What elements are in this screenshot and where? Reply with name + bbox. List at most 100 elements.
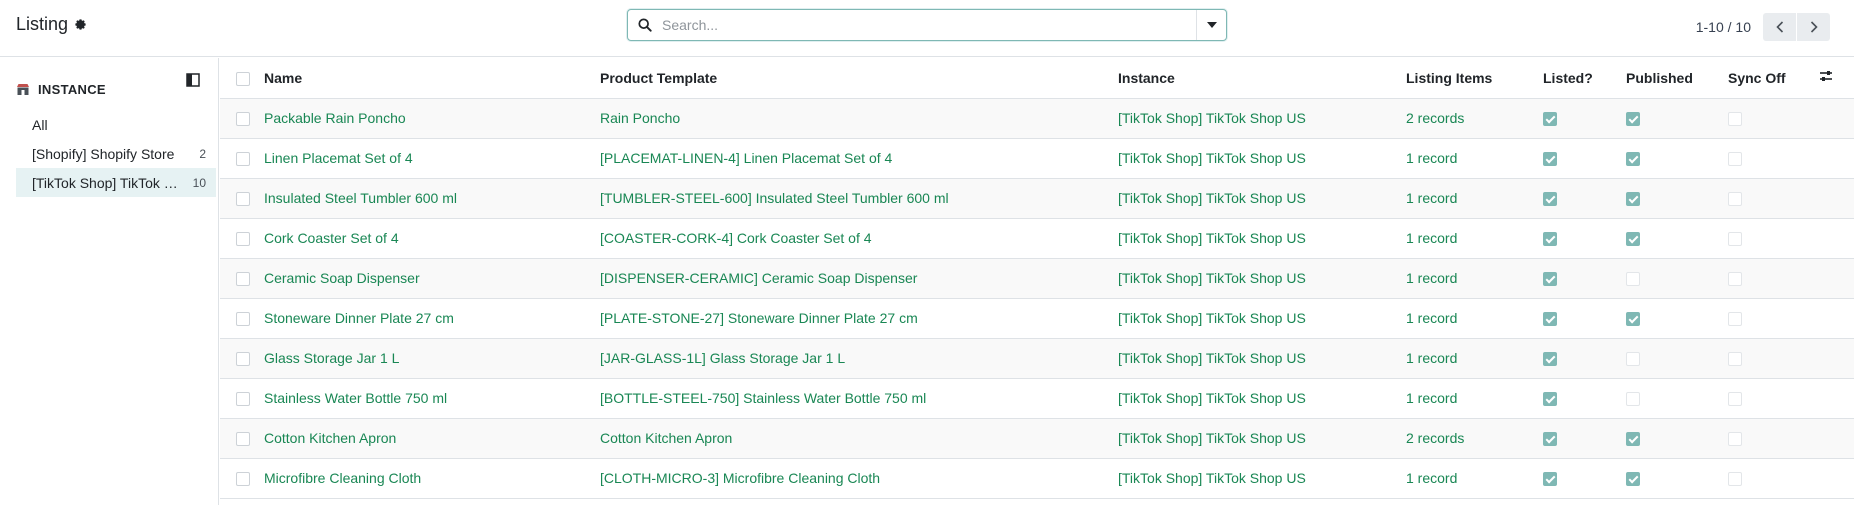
cell-name[interactable]: Microfibre Cleaning Cloth (264, 458, 600, 498)
cell-listing-items[interactable]: 1 record (1406, 338, 1543, 378)
row-select-checkbox[interactable] (236, 192, 250, 207)
sliders-icon[interactable] (1818, 68, 1834, 84)
select-all-checkbox[interactable] (236, 71, 250, 86)
cell-name[interactable]: Stainless Water Bottle 750 ml (264, 378, 600, 418)
cell-instance[interactable]: [TikTok Shop] TikTok Shop US (1118, 298, 1406, 338)
row-select-cell (220, 98, 264, 138)
cell-spacer (1818, 418, 1854, 458)
cell-instance[interactable]: [TikTok Shop] TikTok Shop US (1118, 258, 1406, 298)
column-header-name[interactable]: Name (264, 58, 600, 98)
column-header-listed[interactable]: Listed? (1543, 58, 1626, 98)
column-header-listing-items[interactable]: Listing Items (1406, 58, 1543, 98)
cell-listing-items[interactable]: 1 record (1406, 218, 1543, 258)
cell-sync-off (1728, 98, 1818, 138)
cell-instance[interactable]: [TikTok Shop] TikTok Shop US (1118, 418, 1406, 458)
row-select-checkbox[interactable] (236, 352, 250, 367)
cell-listing-items[interactable]: 1 record (1406, 298, 1543, 338)
row-select-checkbox[interactable] (236, 232, 250, 247)
row-select-checkbox[interactable] (236, 312, 250, 327)
table-header-row: Name Product Template Instance Listing I… (220, 58, 1854, 98)
row-select-cell (220, 258, 264, 298)
cell-instance[interactable]: [TikTok Shop] TikTok Shop US (1118, 98, 1406, 138)
cell-product-template[interactable]: [COASTER-CORK-4] Cork Coaster Set of 4 (600, 218, 1118, 258)
cell-name[interactable]: Ceramic Soap Dispenser (264, 258, 600, 298)
row-select-checkbox[interactable] (236, 272, 250, 287)
row-select-checkbox[interactable] (236, 432, 250, 447)
table-row[interactable]: Cotton Kitchen Apron Cotton Kitchen Apron… (220, 418, 1854, 458)
cell-published (1626, 378, 1728, 418)
cell-instance[interactable]: [TikTok Shop] TikTok Shop US (1118, 138, 1406, 178)
published-checkbox (1626, 272, 1640, 287)
cell-name[interactable]: Insulated Steel Tumbler 600 ml (264, 178, 600, 218)
cell-name[interactable]: Cork Coaster Set of 4 (264, 218, 600, 258)
sidebar-collapse-icon[interactable] (186, 73, 200, 87)
table-row[interactable]: Ceramic Soap Dispenser [DISPENSER-CERAMIC… (220, 258, 1854, 298)
cell-sync-off (1728, 258, 1818, 298)
listed-checkbox (1543, 352, 1557, 367)
cell-listing-items[interactable]: 2 records (1406, 418, 1543, 458)
cell-product-template[interactable]: Cotton Kitchen Apron (600, 418, 1118, 458)
cell-product-template[interactable]: [JAR-GLASS-1L] Glass Storage Jar 1 L (600, 338, 1118, 378)
cell-instance[interactable]: [TikTok Shop] TikTok Shop US (1118, 178, 1406, 218)
column-header-product-template[interactable]: Product Template (600, 58, 1118, 98)
cell-product-template[interactable]: Rain Poncho (600, 98, 1118, 138)
cell-instance[interactable]: [TikTok Shop] TikTok Shop US (1118, 338, 1406, 378)
cell-sync-off (1728, 378, 1818, 418)
table-row[interactable]: Linen Placemat Set of 4 [PLACEMAT-LINEN-4… (220, 138, 1854, 178)
cell-listing-items[interactable]: 1 record (1406, 258, 1543, 298)
table-row[interactable]: Stainless Water Bottle 750 ml [BOTTLE-STE… (220, 378, 1854, 418)
row-select-checkbox[interactable] (236, 392, 250, 407)
cell-product-template[interactable]: [BOTTLE-STEEL-750] Stainless Water Bottl… (600, 378, 1118, 418)
row-select-checkbox[interactable] (236, 112, 250, 127)
cell-product-template[interactable]: [PLACEMAT-LINEN-4] Linen Placemat Set of… (600, 138, 1118, 178)
cell-instance[interactable]: [TikTok Shop] TikTok Shop US (1118, 458, 1406, 498)
control-panel: Listing 1-10 / 10 (0, 0, 1854, 57)
cell-name[interactable]: Packable Rain Poncho (264, 98, 600, 138)
sidebar-item-label: All (32, 116, 48, 133)
row-select-cell (220, 458, 264, 498)
pager-previous-button[interactable] (1763, 13, 1796, 41)
cell-listing-items[interactable]: 1 record (1406, 378, 1543, 418)
pager-next-button[interactable] (1797, 13, 1830, 41)
row-select-checkbox[interactable] (236, 152, 250, 167)
cell-listing-items[interactable]: 1 record (1406, 458, 1543, 498)
row-select-checkbox[interactable] (236, 472, 250, 487)
gear-icon[interactable] (74, 18, 87, 31)
cell-listed (1543, 218, 1626, 258)
published-checkbox (1626, 192, 1640, 207)
chevron-right-icon (1810, 21, 1818, 33)
pager-value[interactable]: 1-10 / 10 (1696, 19, 1751, 35)
cell-name[interactable]: Linen Placemat Set of 4 (264, 138, 600, 178)
table-row[interactable]: Insulated Steel Tumbler 600 ml [TUMBLER-S… (220, 178, 1854, 218)
cell-product-template[interactable]: [PLATE-STONE-27] Stoneware Dinner Plate … (600, 298, 1118, 338)
cell-product-template[interactable]: [DISPENSER-CERAMIC] Ceramic Soap Dispens… (600, 258, 1118, 298)
listed-checkbox (1543, 152, 1557, 167)
cell-listing-items[interactable]: 1 record (1406, 138, 1543, 178)
table-row[interactable]: Stoneware Dinner Plate 27 cm [PLATE-STONE… (220, 298, 1854, 338)
listed-checkbox (1543, 112, 1557, 127)
sidebar-item-all[interactable]: All (16, 110, 216, 139)
column-header-sync-off[interactable]: Sync Off (1728, 58, 1818, 98)
sync-off-checkbox (1728, 232, 1742, 247)
cell-product-template[interactable]: [TUMBLER-STEEL-600] Insulated Steel Tumb… (600, 178, 1118, 218)
cell-instance[interactable]: [TikTok Shop] TikTok Shop US (1118, 378, 1406, 418)
column-header-instance[interactable]: Instance (1118, 58, 1406, 98)
table-row[interactable]: Microfibre Cleaning Cloth [CLOTH-MICRO-3]… (220, 458, 1854, 498)
table-row[interactable]: Glass Storage Jar 1 L [JAR-GLASS-1L] Glas… (220, 338, 1854, 378)
cell-name[interactable]: Glass Storage Jar 1 L (264, 338, 600, 378)
cell-instance[interactable]: [TikTok Shop] TikTok Shop US (1118, 218, 1406, 258)
sidebar-item-shopify-store[interactable]: [Shopify] Shopify Store 2 (16, 139, 216, 168)
cell-listing-items[interactable]: 2 records (1406, 98, 1543, 138)
cell-listed (1543, 338, 1626, 378)
column-header-published[interactable]: Published (1626, 58, 1728, 98)
cell-name[interactable]: Stoneware Dinner Plate 27 cm (264, 298, 600, 338)
table-row[interactable]: Packable Rain Poncho Rain Poncho [TikTok S… (220, 98, 1854, 138)
sidebar-item-tiktok-shop-us[interactable]: [TikTok Shop] TikTok Shop US 10 (16, 168, 216, 197)
cell-listing-items[interactable]: 1 record (1406, 178, 1543, 218)
cell-listed (1543, 458, 1626, 498)
table-row[interactable]: Cork Coaster Set of 4 [COASTER-CORK-4] Co… (220, 218, 1854, 258)
cell-product-template[interactable]: [CLOTH-MICRO-3] Microfibre Cleaning Clot… (600, 458, 1118, 498)
search-input[interactable] (662, 11, 1196, 39)
search-options-toggle[interactable] (1196, 10, 1226, 40)
cell-name[interactable]: Cotton Kitchen Apron (264, 418, 600, 458)
